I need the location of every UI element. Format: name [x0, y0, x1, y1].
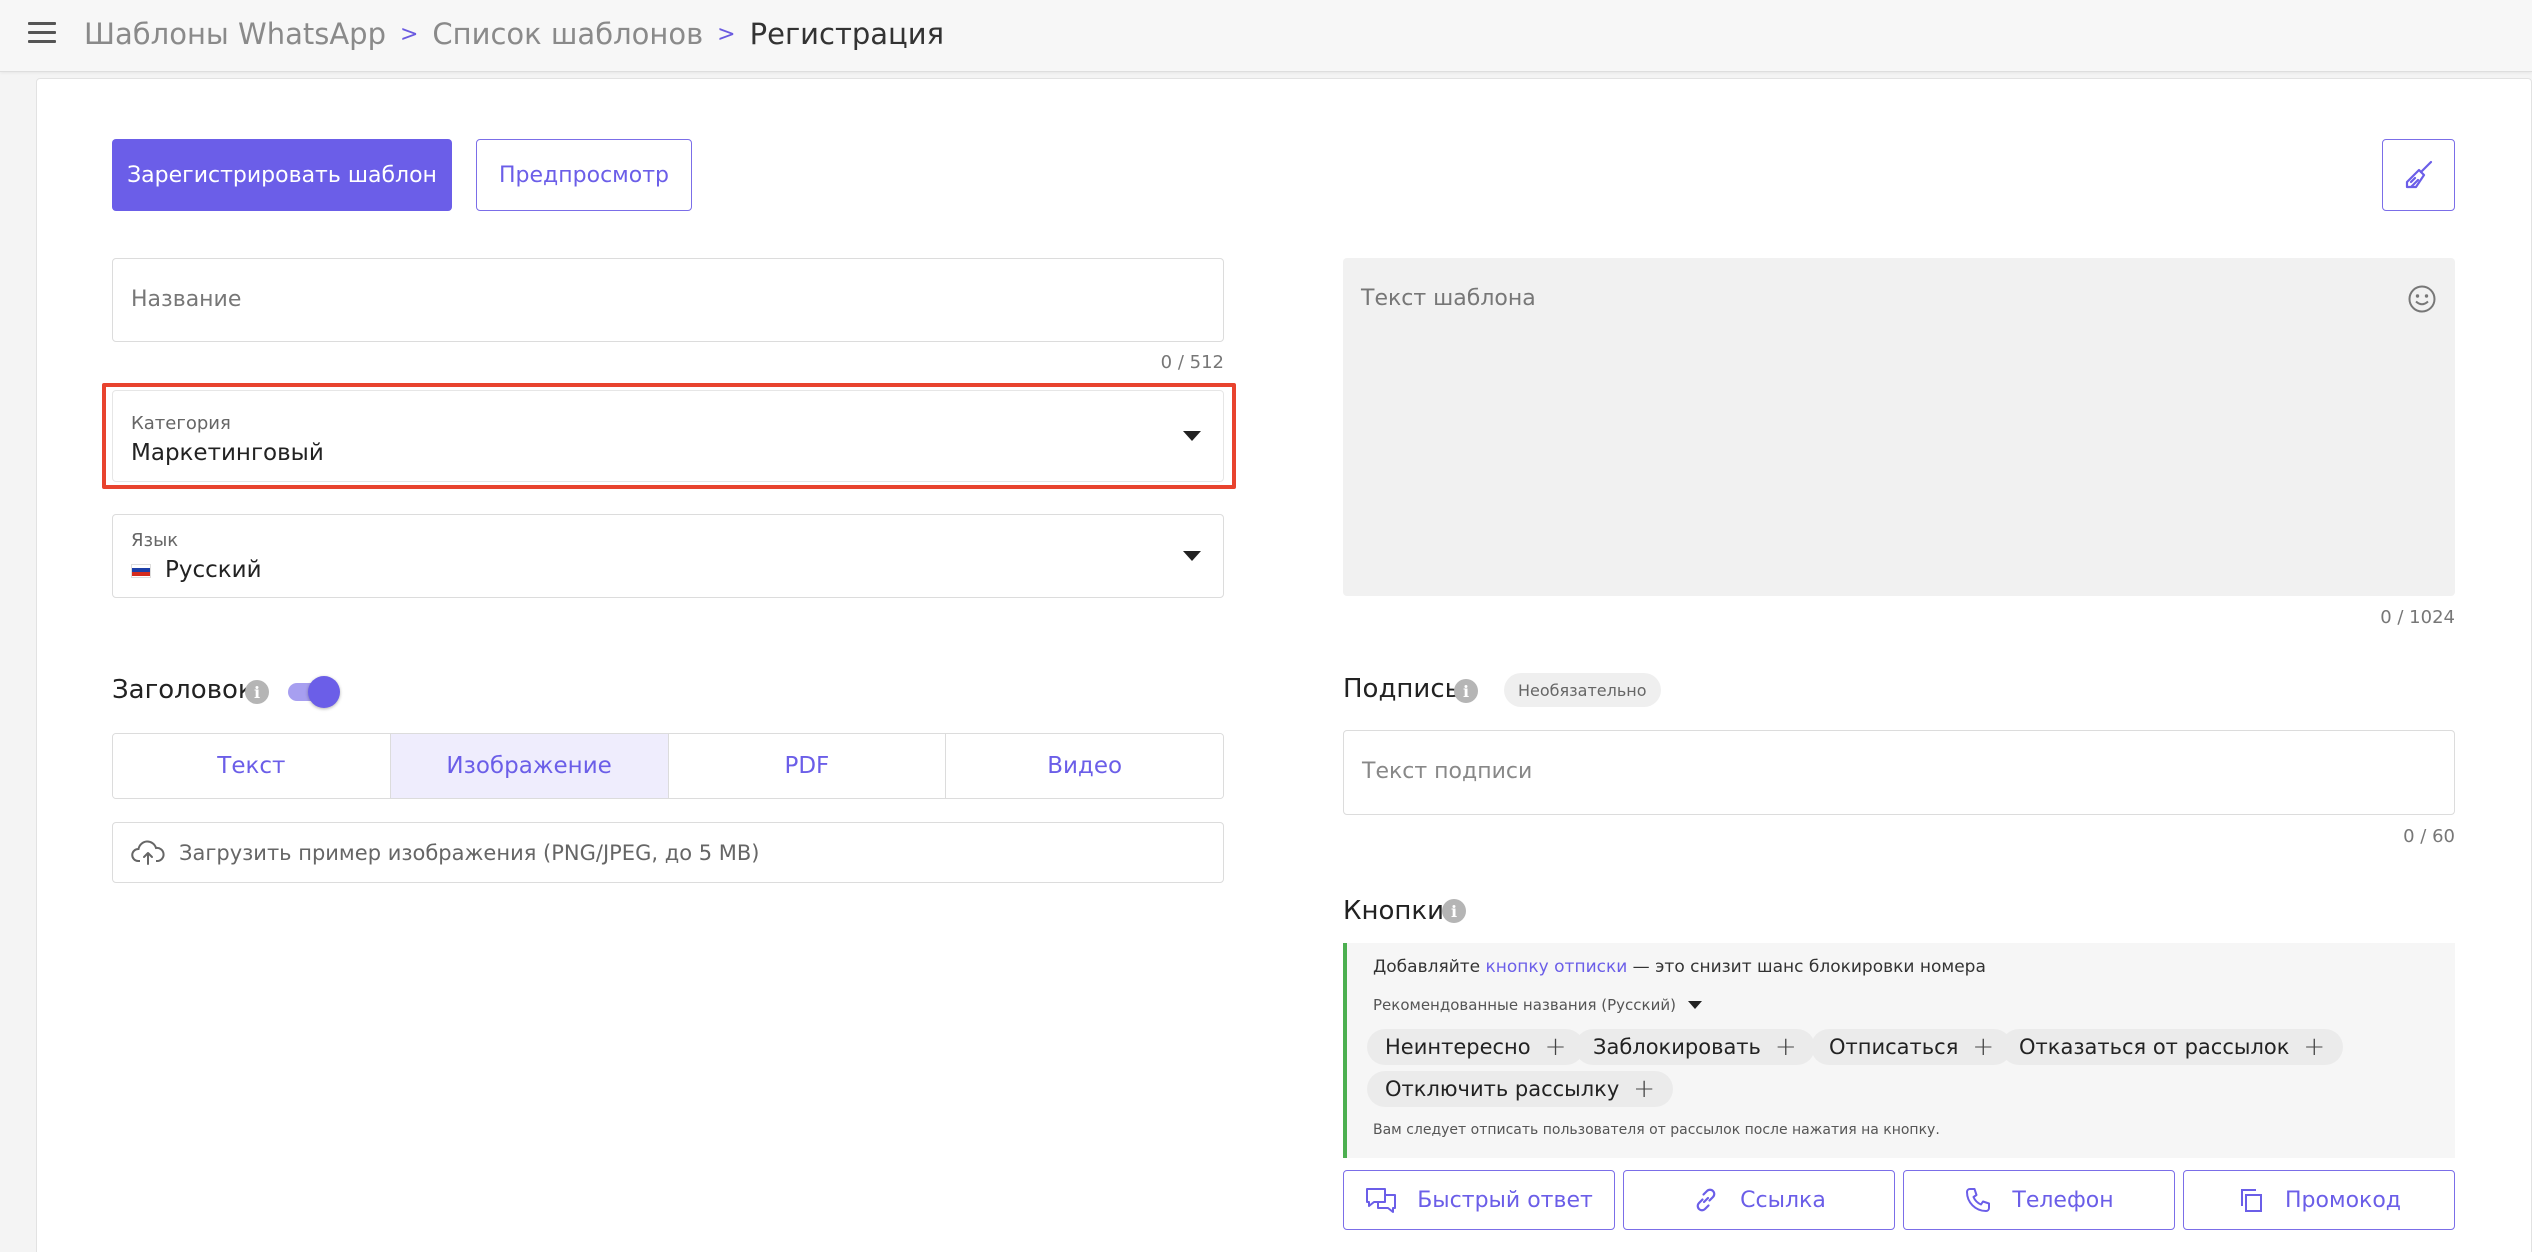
- link-icon: [1696, 1188, 1716, 1212]
- copy-icon: [2241, 1189, 2262, 1212]
- chip-not-interested[interactable]: Неинтересно +: [1367, 1029, 1585, 1065]
- top-bar: Шаблоны WhatsApp > Список шаблонов > Рег…: [0, 0, 2532, 72]
- link-button[interactable]: Ссылка: [1623, 1170, 1895, 1230]
- signature-section-title: Подпись: [1343, 674, 1460, 704]
- header-section-title: Заголовок: [112, 675, 254, 705]
- template-name-placeholder: Название: [131, 287, 242, 312]
- optional-badge: Необязательно: [1504, 673, 1661, 707]
- quick-reply-label: Быстрый ответ: [1417, 1187, 1593, 1213]
- hint-suffix: — это снизит шанс блокировки номера: [1627, 957, 1986, 977]
- phone-label: Телефон: [2012, 1187, 2114, 1213]
- broom-icon: [2405, 160, 2432, 189]
- link-label: Ссылка: [1740, 1187, 1826, 1213]
- unsubscribe-hint: Добавляйте кнопку отписки — это снизит ш…: [1373, 957, 1986, 977]
- tab-pdf[interactable]: PDF: [668, 734, 947, 798]
- template-name-input[interactable]: Название: [112, 258, 1224, 342]
- language-label: Язык: [131, 530, 179, 551]
- russia-flag-icon: [131, 563, 151, 578]
- unsubscribe-note: Вам следует отписать пользователя от рас…: [1373, 1122, 1940, 1138]
- chevron-down-icon: [1687, 1001, 1702, 1009]
- plus-icon: +: [2303, 1032, 2326, 1062]
- chevron-down-icon: [1183, 551, 1201, 561]
- signature-placeholder: Текст подписи: [1362, 759, 1533, 784]
- header-type-tabs: Текст Изображение PDF Видео: [112, 733, 1224, 799]
- breadcrumb: Шаблоны WhatsApp > Список шаблонов > Рег…: [84, 14, 944, 54]
- language-value-wrap: Русский: [131, 557, 262, 583]
- tab-image[interactable]: Изображение: [390, 734, 669, 798]
- unsubscribe-hint-box: Добавляйте кнопку отписки — это снизит ш…: [1343, 943, 2455, 1158]
- upload-label: Загрузить пример изображения (PNG/JPEG, …: [179, 840, 760, 865]
- preview-button[interactable]: Предпросмотр: [476, 139, 692, 211]
- unsubscribe-button-link[interactable]: кнопку отписки: [1486, 957, 1628, 977]
- chip-opt-out[interactable]: Отказаться от рассылок +: [2001, 1029, 2344, 1065]
- name-counter: 0 / 512: [1160, 352, 1224, 373]
- page-title: Регистрация: [749, 17, 945, 51]
- quick-reply-button[interactable]: Быстрый ответ: [1343, 1170, 1615, 1230]
- chip-label: Заблокировать: [1593, 1035, 1761, 1059]
- chip-label: Отключить рассылку: [1385, 1077, 1620, 1101]
- chevron-down-icon: [1183, 431, 1201, 441]
- menu-icon[interactable]: [28, 22, 56, 46]
- tab-video[interactable]: Видео: [946, 734, 1223, 798]
- plus-icon: +: [1633, 1074, 1656, 1104]
- chip-label: Неинтересно: [1385, 1035, 1531, 1059]
- chip-label: Отказаться от рассылок: [2019, 1035, 2290, 1059]
- recommended-names-dropdown[interactable]: Рекомендованные названия (Русский): [1373, 996, 1702, 1014]
- category-value: Маркетинговый: [131, 440, 324, 466]
- tab-text[interactable]: Текст: [113, 734, 391, 798]
- signature-input[interactable]: Текст подписи: [1343, 730, 2455, 815]
- buttons-section-title: Кнопки: [1343, 896, 1444, 926]
- plus-icon: +: [1972, 1032, 1995, 1062]
- info-icon[interactable]: i: [1442, 899, 1466, 923]
- category-select[interactable]: Категория Маркетинговый: [112, 390, 1224, 482]
- signature-counter: 0 / 60: [2403, 826, 2455, 847]
- template-text-placeholder: Текст шаблона: [1361, 286, 1536, 311]
- language-select[interactable]: Язык Русский: [112, 514, 1224, 598]
- chip-block[interactable]: Заблокировать +: [1575, 1029, 1815, 1065]
- chat-bubbles-icon: [1366, 1188, 1397, 1213]
- plus-icon: +: [1774, 1032, 1797, 1062]
- template-text-input[interactable]: Текст шаблона: [1343, 258, 2455, 596]
- phone-icon: [1966, 1188, 1991, 1212]
- template-text-counter: 0 / 1024: [2380, 607, 2455, 628]
- promo-code-button[interactable]: Промокод: [2183, 1170, 2455, 1230]
- header-toggle[interactable]: [286, 676, 340, 708]
- info-icon[interactable]: i: [1454, 679, 1478, 703]
- plus-icon: +: [1544, 1032, 1567, 1062]
- phone-button[interactable]: Телефон: [1903, 1170, 2175, 1230]
- info-icon[interactable]: i: [245, 680, 269, 704]
- breadcrumb-separator-icon: >: [399, 21, 419, 47]
- breadcrumb-whatsapp-templates[interactable]: Шаблоны WhatsApp: [84, 17, 386, 51]
- category-label: Категория: [131, 413, 231, 434]
- clear-form-button[interactable]: [2382, 139, 2455, 211]
- hint-prefix: Добавляйте: [1373, 957, 1486, 977]
- cloud-upload-icon: [131, 840, 165, 865]
- language-value: Русский: [165, 557, 262, 583]
- breadcrumb-separator-icon: >: [717, 21, 736, 47]
- breadcrumb-template-list[interactable]: Список шаблонов: [432, 17, 703, 51]
- upload-image-button[interactable]: Загрузить пример изображения (PNG/JPEG, …: [112, 822, 1224, 883]
- promo-code-label: Промокод: [2285, 1187, 2401, 1213]
- register-template-button[interactable]: Зарегистрировать шаблон: [112, 139, 452, 211]
- recommended-names-label: Рекомендованные названия (Русский): [1373, 996, 1676, 1014]
- toggle-knob: [308, 676, 340, 708]
- chip-unsubscribe[interactable]: Отписаться +: [1811, 1029, 2013, 1065]
- chip-label: Отписаться: [1829, 1035, 1959, 1059]
- chip-disable-mailing[interactable]: Отключить рассылку +: [1367, 1071, 1674, 1107]
- emoji-icon[interactable]: [2407, 284, 2437, 314]
